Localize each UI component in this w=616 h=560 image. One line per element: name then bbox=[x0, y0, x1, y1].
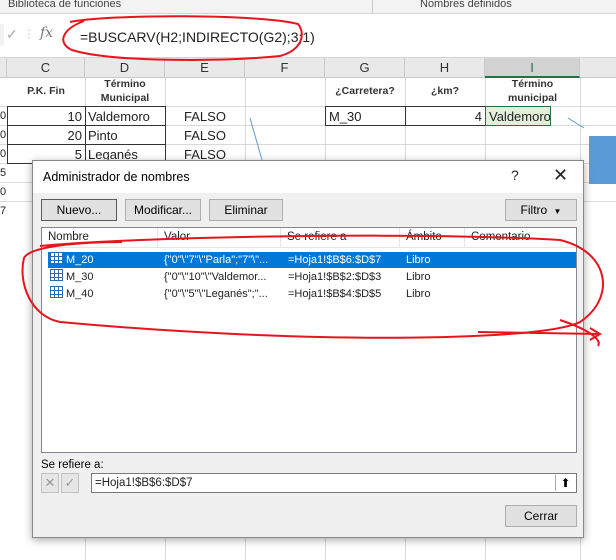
list-item-value: {"0"\"5"\"Leganés";"... bbox=[164, 288, 268, 300]
list-item-refers: =Hoja1!$B$6:$D$7 bbox=[288, 254, 382, 266]
dialog-titlebar: Administrador de nombres ? ✕ bbox=[33, 161, 583, 193]
name-box-edge bbox=[0, 24, 4, 46]
refers-to-input[interactable]: =Hoja1!$B$6:$D$7 bbox=[91, 473, 577, 493]
list-header-value[interactable]: Valor bbox=[158, 228, 281, 247]
list-item-name: M_20 bbox=[66, 254, 94, 266]
chevron-down-icon: ▼ bbox=[553, 207, 562, 216]
collapse-dialog-icon[interactable]: ⬆ bbox=[555, 475, 575, 491]
insert-function-icon[interactable]: fx bbox=[40, 25, 53, 41]
close-icon[interactable]: ✕ bbox=[553, 165, 568, 186]
list-item-scope: Libro bbox=[406, 288, 431, 300]
list-header-divider bbox=[42, 247, 576, 248]
list-item-name: M_30 bbox=[66, 271, 94, 283]
edit-name-button[interactable]: Modificar... bbox=[125, 199, 201, 221]
table-cell-pk-fin[interactable]: 10 bbox=[10, 107, 82, 126]
list-item[interactable]: M_30 {"0"\"10"\"Valdemor... =Hoja1!$B$2:… bbox=[48, 269, 576, 285]
delete-name-button[interactable]: Eliminar bbox=[209, 199, 283, 221]
table-cell[interactable]: 0 bbox=[0, 183, 7, 202]
header-termino-municipal-result: Término municipal bbox=[507, 78, 557, 104]
list-header-scope[interactable]: Ámbito bbox=[400, 228, 465, 247]
dialog-title: Administrador de nombres bbox=[43, 170, 190, 184]
list-item-scope: Libro bbox=[406, 271, 431, 283]
formula-input[interactable]: =BUSCARV(H2;INDIRECTO(G2);3;1) bbox=[80, 29, 315, 45]
column-header-c[interactable]: C bbox=[7, 58, 85, 78]
table-cell[interactable]: 7 bbox=[0, 202, 7, 221]
list-header-name[interactable]: Nombre bbox=[42, 228, 158, 247]
list-item-scope: Libro bbox=[406, 254, 431, 266]
range-name-icon bbox=[50, 269, 63, 281]
header-km: ¿km? bbox=[430, 85, 459, 97]
shape-edge[interactable] bbox=[589, 136, 616, 184]
list-header-refers[interactable]: Se refiere a bbox=[281, 228, 400, 247]
table-cell[interactable]: 5 bbox=[0, 164, 7, 183]
column-header-j[interactable] bbox=[580, 58, 616, 78]
table-cell[interactable]: 0 bbox=[0, 145, 7, 164]
ribbon-separator bbox=[372, 0, 373, 14]
confirm-edit-icon[interactable]: ✓ bbox=[61, 473, 79, 493]
column-header-h[interactable]: H bbox=[405, 58, 485, 78]
new-name-button[interactable]: Nuevo... bbox=[41, 199, 117, 221]
group-label-defined-names: Nombres definidos bbox=[420, 0, 512, 10]
filter-button[interactable]: Filtro ▼ bbox=[505, 199, 577, 221]
check-icon[interactable]: ✓ bbox=[6, 26, 18, 43]
list-item[interactable]: M_20 {"0"\"7"\"Parla";"7"\"... =Hoja1!$B… bbox=[48, 252, 576, 268]
column-header-g[interactable]: G bbox=[325, 58, 405, 78]
header-carretera: ¿Carretera? bbox=[335, 85, 395, 97]
table-cell-termino[interactable]: Pinto bbox=[88, 126, 164, 145]
range-name-icon bbox=[50, 252, 63, 264]
column-header-d[interactable]: D bbox=[85, 58, 165, 78]
close-button[interactable]: Cerrar bbox=[505, 505, 577, 527]
filter-label: Filtro bbox=[520, 203, 548, 217]
names-list[interactable]: Nombre Valor Se refiere a Ámbito Comenta… bbox=[41, 227, 577, 453]
formula-bar: ✓ ⋮ fx =BUSCARV(H2;INDIRECTO(G2);3;1) bbox=[0, 14, 616, 58]
column-header-b[interactable] bbox=[0, 58, 7, 78]
name-manager-dialog: Administrador de nombres ? ✕ Nuevo... Mo… bbox=[32, 160, 584, 538]
list-item-name: M_40 bbox=[66, 288, 94, 300]
table-cell-bool[interactable]: FALSO bbox=[165, 107, 245, 126]
table-cell[interactable]: 0 bbox=[0, 126, 7, 145]
lookup-carretera-cell[interactable]: M_30 bbox=[329, 107, 403, 126]
data-table-divider bbox=[85, 106, 86, 164]
lookup-km-cell[interactable]: 4 bbox=[405, 107, 482, 126]
list-item-refers: =Hoja1!$B$2:$D$3 bbox=[288, 271, 382, 283]
cancel-edit-icon[interactable]: ✕ bbox=[41, 473, 59, 493]
column-header-i[interactable]: I bbox=[485, 58, 580, 78]
table-cell-bool[interactable]: FALSO bbox=[165, 126, 245, 145]
list-header-comment[interactable]: Comentario bbox=[465, 228, 578, 247]
help-button[interactable]: ? bbox=[511, 167, 519, 183]
group-label-function-library: Biblioteca de funciones bbox=[8, 0, 122, 10]
refers-to-label: Se refiere a: bbox=[41, 459, 104, 471]
range-name-icon bbox=[50, 286, 63, 298]
list-item-value: {"0"\"7"\"Parla";"7"\"... bbox=[164, 254, 269, 266]
column-header-e[interactable]: E bbox=[165, 58, 245, 78]
list-item-value: {"0"\"10"\"Valdemor... bbox=[164, 271, 267, 283]
lookup-result-cell[interactable]: Valdemoro bbox=[485, 106, 551, 126]
table-cell-pk-fin[interactable]: 20 bbox=[10, 126, 82, 145]
header-pk-fin: P.K. Fin bbox=[27, 85, 65, 97]
table-cell-termino[interactable]: Valdemoro bbox=[88, 107, 164, 126]
ribbon-group-labels: Biblioteca de funciones Nombres definido… bbox=[0, 0, 616, 14]
table-cell[interactable]: 0 bbox=[0, 107, 7, 126]
list-item-refers: =Hoja1!$B$4:$D$5 bbox=[288, 288, 382, 300]
header-termino-municipal: Término Municipal bbox=[100, 78, 150, 104]
more-icon: ⋮ bbox=[24, 29, 34, 40]
list-item[interactable]: M_40 {"0"\"5"\"Leganés";"... =Hoja1!$B$4… bbox=[48, 286, 576, 302]
column-header-f[interactable]: F bbox=[245, 58, 325, 78]
